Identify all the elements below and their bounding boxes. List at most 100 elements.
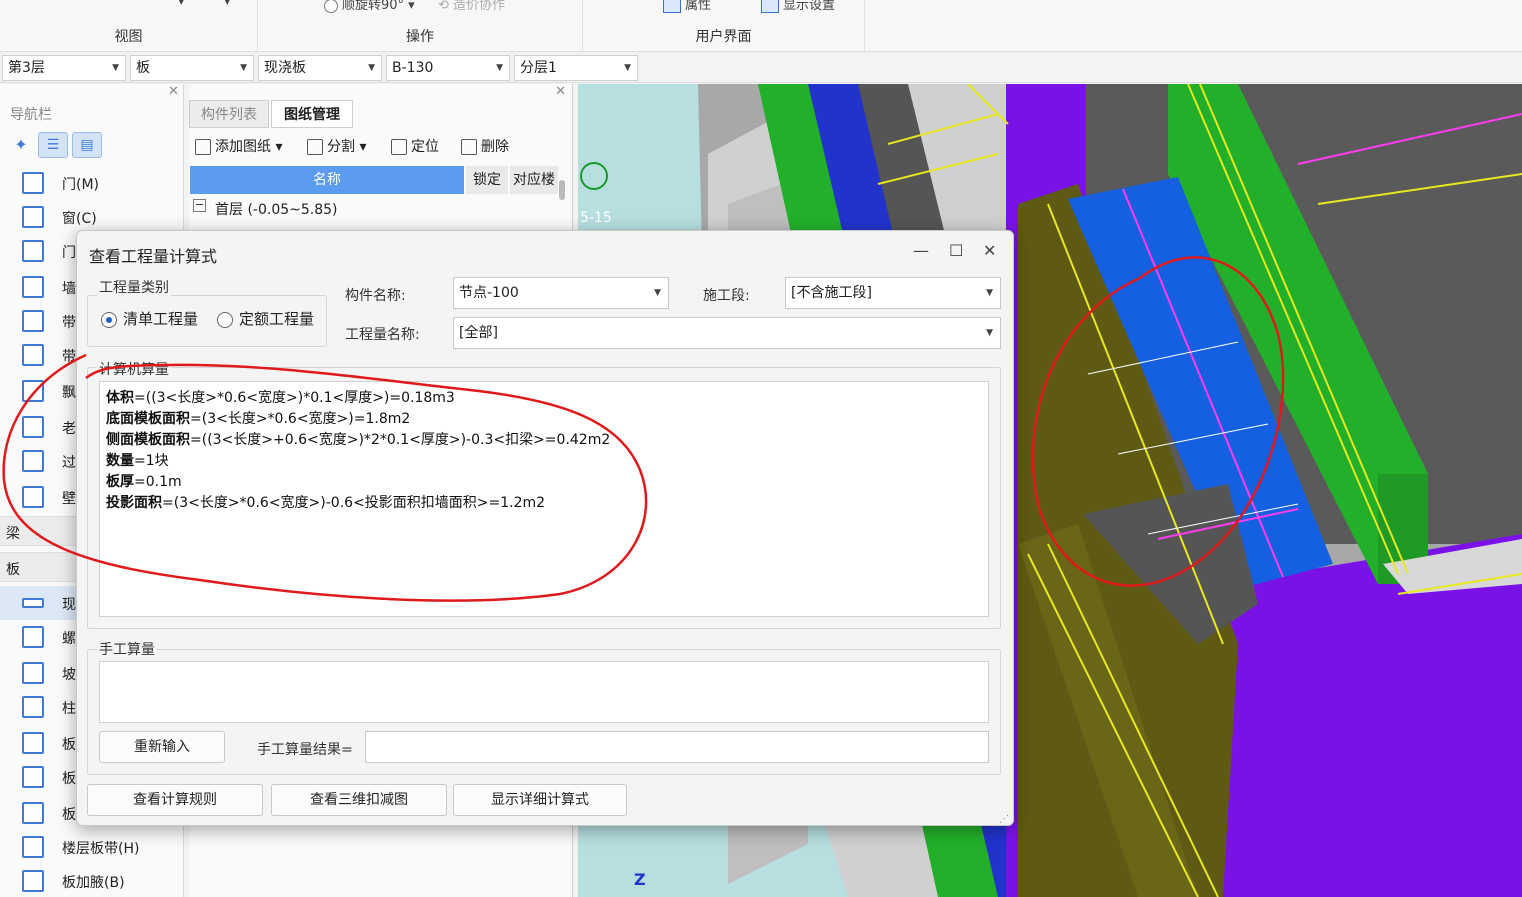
delete-label: 删除 <box>481 139 509 155</box>
show-detail-formula-button[interactable]: 显示详细计算式 <box>453 784 627 816</box>
formula-name: 投影面积 <box>106 495 162 511</box>
slab-haunch-icon <box>22 870 44 892</box>
display-settings-icon <box>761 0 779 13</box>
ribbon-group-label: 操作 <box>406 29 434 45</box>
tab-drawing-manage[interactable]: 图纸管理 <box>271 100 353 128</box>
construction-stage-select[interactable]: [不含施工段] ▼ <box>785 277 1001 309</box>
component-name-select[interactable]: 节点-100 ▼ <box>453 277 669 309</box>
type-select-value: 现浇板 <box>264 60 306 76</box>
manual-result-label: 手工算量结果= <box>257 742 353 758</box>
nav-item-label: 门(M) <box>62 177 100 193</box>
collab-label: 造价协作 <box>453 0 506 13</box>
nav-item-door[interactable]: 门(M) <box>0 166 184 200</box>
quantity-name-select[interactable]: [全部] ▼ <box>453 317 1001 349</box>
chevron-down-icon: ▼ <box>240 63 247 73</box>
quantity-type-legend: 工程量类别 <box>97 277 171 297</box>
nav-item-label: 窗(C) <box>62 211 97 227</box>
column-header-lock[interactable]: 锁定 <box>466 166 508 194</box>
floor-strip-icon <box>22 836 44 858</box>
nav-item-floor-strip[interactable]: 楼层板带(H) <box>0 830 184 864</box>
dialog-title: 查看工程量计算式 <box>89 247 218 266</box>
collapse-icon[interactable]: − <box>193 199 206 212</box>
component-select[interactable]: B-130 ▼ <box>386 55 510 81</box>
nav-item-label: 板 <box>62 737 76 753</box>
radio-quota-quantity[interactable]: 定额工程量 <box>217 308 314 329</box>
tab-component-list[interactable]: 构件列表 <box>189 100 269 128</box>
formula-name: 体积 <box>106 390 134 406</box>
chevron-down-icon: ▼ <box>624 63 631 73</box>
chevron-down-icon[interactable]: ▾ <box>178 0 185 9</box>
ribbon: ▾ ▾ 视图 顺旋转90° ▾ ⟲ 造价协作 操作 属性 显示设置 用户界面 <box>0 0 1522 52</box>
slab-rebar-icon <box>22 766 44 788</box>
floor-select[interactable]: 第3层 ▼ <box>2 55 126 81</box>
close-icon[interactable]: ✕ <box>555 84 566 99</box>
close-icon[interactable]: ✕ <box>168 84 179 99</box>
construction-stage-label: 施工段: <box>703 288 750 304</box>
formula-name: 数量 <box>106 453 134 469</box>
nav-item-label: 老 <box>62 421 76 437</box>
nav-item-label: 飘 <box>62 385 76 401</box>
quantity-name-label: 工程量名称: <box>345 327 420 343</box>
cost-collab-button[interactable]: ⟲ 造价协作 <box>438 0 505 13</box>
ribbon-group-view: ▾ ▾ 视图 <box>0 0 258 52</box>
slab-icon <box>22 598 44 608</box>
component-name-label: 构件名称: <box>345 288 406 304</box>
maximize-icon[interactable]: ☐ <box>949 241 963 260</box>
column-header-floor[interactable]: 对应楼 <box>510 166 558 194</box>
chevron-down-icon[interactable]: ▾ <box>224 0 231 9</box>
component-name-value: 节点-100 <box>459 285 519 301</box>
locate-button[interactable]: 定位 <box>391 136 439 156</box>
radio-bill-quantity[interactable]: 清单工程量 <box>101 308 198 329</box>
add-drawing-button[interactable]: 添加图纸 ▾ <box>195 136 282 156</box>
view-calc-rules-button[interactable]: 查看计算规则 <box>87 784 263 816</box>
nav-item-label: 门 <box>62 245 76 261</box>
column-header-name[interactable]: 名称 <box>190 166 464 194</box>
delete-button[interactable]: 删除 <box>461 136 509 156</box>
list-view-icon[interactable]: ☰ <box>38 132 68 158</box>
view-3d-deduction-button[interactable]: 查看三维扣减图 <box>271 784 447 816</box>
detail-view-icon[interactable]: ▤ <box>72 132 102 158</box>
manual-result-input[interactable] <box>365 731 989 763</box>
category-select[interactable]: 板 ▼ <box>130 55 254 81</box>
pin-icon[interactable]: ✦ <box>6 132 36 158</box>
rotate-button[interactable]: 顺旋转90° ▾ <box>324 0 415 13</box>
formula-name: 侧面模板面积 <box>106 432 190 448</box>
tree-row[interactable]: − 首层 (-0.05~5.85) <box>189 196 573 220</box>
add-drawing-icon <box>195 139 211 155</box>
chevron-down-icon: ▼ <box>986 328 993 338</box>
formula-expr: =((3<长度>*0.6<宽度>)*0.1<厚度>)=0.18m3 <box>134 390 455 406</box>
computed-formula-area[interactable]: 体积=((3<长度>*0.6<宽度>)*0.1<厚度>)=0.18m3 底面模板… <box>99 381 989 617</box>
split-button[interactable]: 分割 ▾ <box>307 136 366 156</box>
trash-icon <box>461 139 477 155</box>
formula-name: 底面模板面积 <box>106 411 190 427</box>
properties-button[interactable]: 属性 <box>663 0 711 13</box>
close-icon[interactable]: ✕ <box>983 241 996 260</box>
spiral-slab-icon <box>22 626 44 648</box>
window-icon <box>22 206 44 228</box>
formula-expr: =0.1m <box>134 474 182 490</box>
manual-formula-area[interactable] <box>99 661 989 723</box>
properties-icon <box>663 0 681 13</box>
reenter-button[interactable]: 重新输入 <box>99 731 225 763</box>
floor-select-value: 第3层 <box>8 60 45 76</box>
strip-window-icon <box>22 344 44 366</box>
formula-name: 板厚 <box>106 474 134 490</box>
grid-axis-label: 5-15 <box>580 210 612 226</box>
nav-item-label: 板加腋(B) <box>62 875 125 891</box>
display-settings-button[interactable]: 显示设置 <box>761 0 835 13</box>
nav-item-label: 板 <box>62 807 76 823</box>
nav-item-slab-haunch[interactable]: 板加腋(B) <box>0 864 184 897</box>
nav-item-label: 带 <box>62 349 76 365</box>
formula-line: 投影面积=(3<长度>*0.6<宽度>)-0.6<投影面积扣墙面积>=1.2m2 <box>106 493 982 514</box>
resize-grip-icon[interactable]: ⋰ <box>999 814 1009 825</box>
ribbon-group-operate: 顺旋转90° ▾ ⟲ 造价协作 操作 <box>258 0 583 52</box>
layer-select[interactable]: 分层1 ▼ <box>514 55 638 81</box>
nav-item-window[interactable]: 窗(C) <box>0 200 184 234</box>
z-axis-label: Z <box>634 870 646 889</box>
nav-item-label: 楼层板带(H) <box>62 841 140 857</box>
slab-opening-icon <box>22 732 44 754</box>
door-icon <box>22 172 44 194</box>
type-select[interactable]: 现浇板 ▼ <box>258 55 382 81</box>
layer-select-value: 分层1 <box>520 60 557 76</box>
minimize-icon[interactable]: — <box>913 241 929 260</box>
